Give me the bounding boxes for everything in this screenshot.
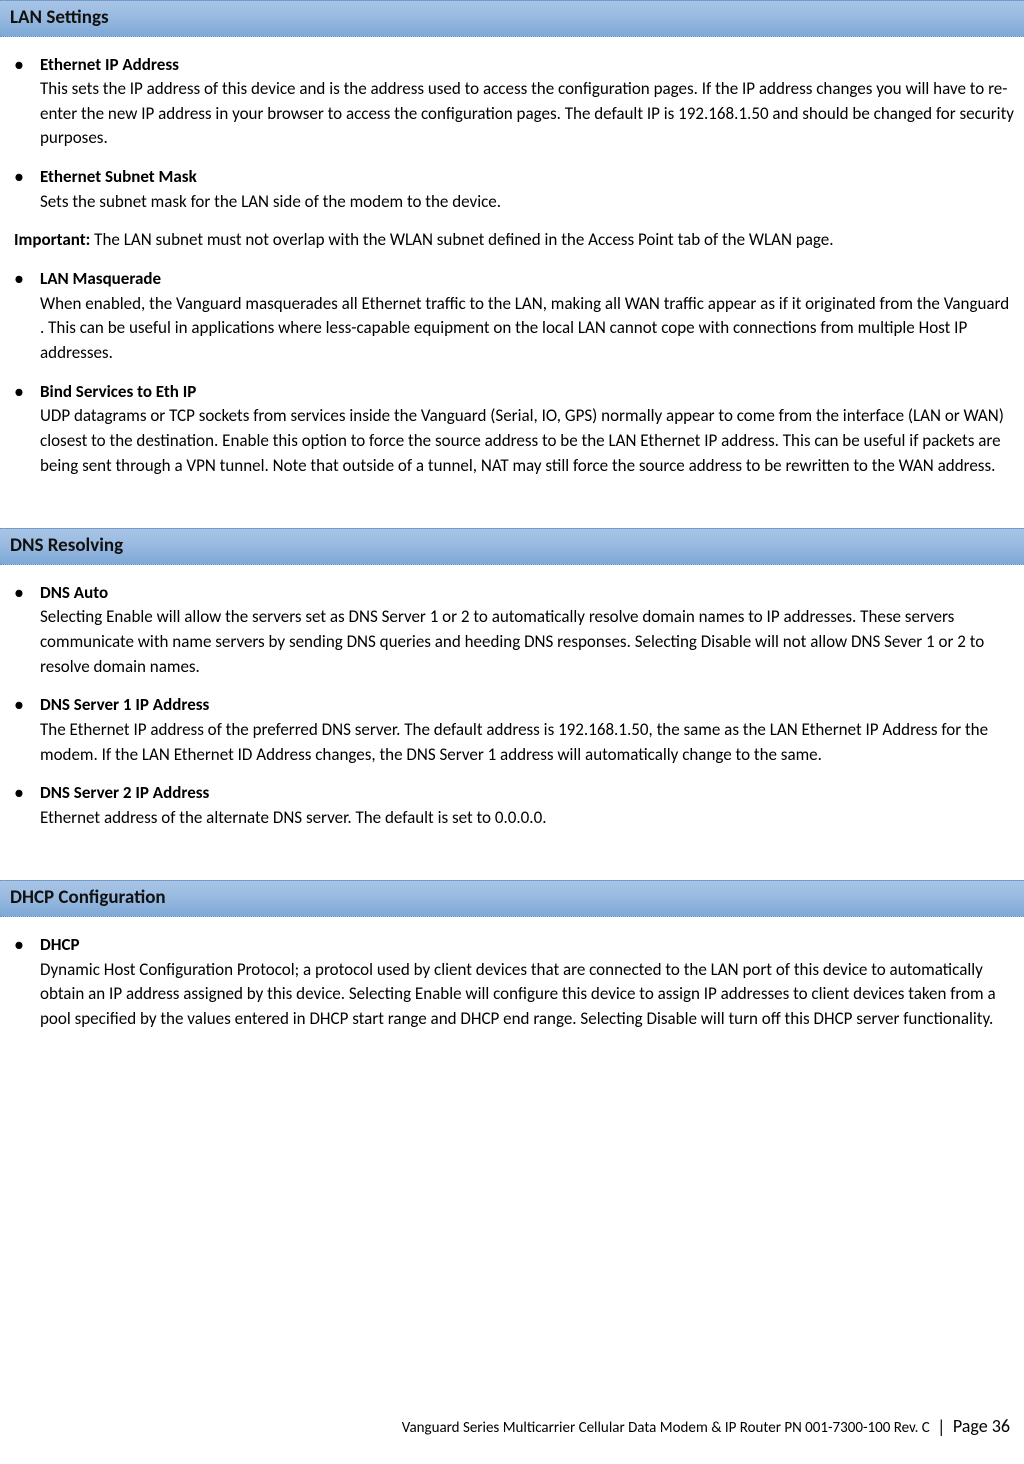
item-title: DNS Auto: [40, 581, 1014, 606]
footer-divider: |: [937, 1416, 945, 1438]
item-title: DNS Server 1 IP Address: [40, 693, 1014, 718]
item-description: When enabled, the Vanguard masquerades a…: [40, 292, 1014, 366]
section-content: Ethernet IP Address This sets the IP add…: [0, 37, 1024, 479]
list-item: DNS Server 2 IP Address Ethernet address…: [28, 781, 1014, 830]
important-text: The LAN subnet must not overlap with the…: [90, 229, 833, 250]
section-lan-settings: LAN Settings Ethernet IP Address This se…: [0, 0, 1024, 478]
section-header: DNS Resolving: [0, 528, 1024, 565]
list-item: Ethernet Subnet Mask Sets the subnet mas…: [28, 165, 1014, 214]
item-title: Ethernet IP Address: [40, 53, 1014, 78]
important-note: Important: The LAN subnet must not overl…: [14, 228, 1014, 253]
item-title: LAN Masquerade: [40, 267, 1014, 292]
list-item: DNS Server 1 IP Address The Ethernet IP …: [28, 693, 1014, 767]
footer-product: Vanguard Series Multicarrier Cellular Da…: [402, 1419, 930, 1437]
item-description: Dynamic Host Configuration Protocol; a p…: [40, 958, 1014, 1032]
item-description: Selecting Enable will allow the servers …: [40, 605, 1014, 679]
section-header: DHCP Configuration: [0, 880, 1024, 917]
list-item: Bind Services to Eth IP UDP datagrams or…: [28, 380, 1014, 479]
section-content: DHCP Dynamic Host Configuration Protocol…: [0, 917, 1024, 1032]
item-description: Ethernet address of the alternate DNS se…: [40, 806, 1014, 831]
list-item: DHCP Dynamic Host Configuration Protocol…: [28, 933, 1014, 1032]
item-description: This sets the IP address of this device …: [40, 77, 1014, 151]
list-item: Ethernet IP Address This sets the IP add…: [28, 53, 1014, 152]
item-title: DHCP: [40, 933, 1014, 958]
section-header: LAN Settings: [0, 0, 1024, 37]
item-description: Sets the subnet mask for the LAN side of…: [40, 190, 1014, 215]
page-footer: Vanguard Series Multicarrier Cellular Da…: [402, 1413, 1010, 1440]
important-label: Important:: [14, 229, 90, 250]
section-dhcp-configuration: DHCP Configuration DHCP Dynamic Host Con…: [0, 880, 1024, 1031]
item-title: Ethernet Subnet Mask: [40, 165, 1014, 190]
item-title: DNS Server 2 IP Address: [40, 781, 1014, 806]
list-item: LAN Masquerade When enabled, the Vanguar…: [28, 267, 1014, 366]
list-item: DNS Auto Selecting Enable will allow the…: [28, 581, 1014, 680]
item-description: UDP datagrams or TCP sockets from servic…: [40, 404, 1014, 478]
section-content: DNS Auto Selecting Enable will allow the…: [0, 565, 1024, 831]
item-description: The Ethernet IP address of the preferred…: [40, 718, 1014, 767]
item-title: Bind Services to Eth IP: [40, 380, 1014, 405]
footer-page-label: Page 36: [953, 1415, 1010, 1437]
section-dns-resolving: DNS Resolving DNS Auto Selecting Enable …: [0, 528, 1024, 830]
